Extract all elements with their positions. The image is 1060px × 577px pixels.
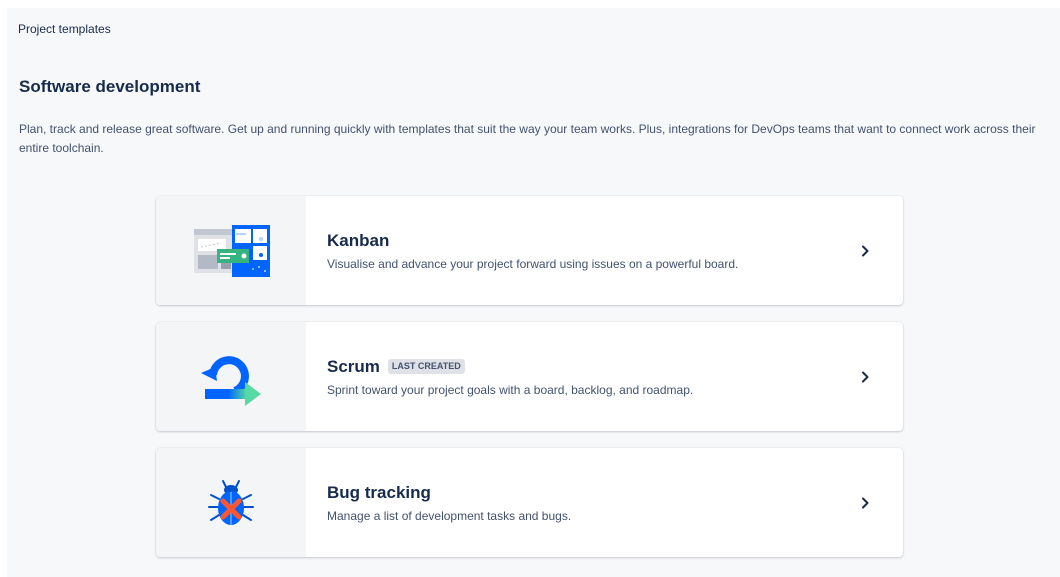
section-description: Plan, track and release great software. …	[19, 122, 1036, 155]
chevron-right-icon[interactable]	[845, 322, 885, 431]
bug-tracking-title-row: Bug tracking	[327, 483, 845, 503]
last-created-badge: LAST CREATED	[387, 359, 465, 374]
template-card-scrum[interactable]: Scrum LAST CREATED Sprint toward your pr…	[156, 322, 903, 431]
template-card-bug-tracking[interactable]: Bug tracking Manage a list of developmen…	[156, 448, 903, 557]
bug-illustration-icon	[156, 448, 306, 557]
chevron-right-icon[interactable]	[845, 448, 885, 557]
kanban-title-row: Kanban	[327, 231, 845, 251]
kanban-description: Visualise and advance your project forwa…	[327, 256, 739, 271]
scrum-description: Sprint toward your project goals with a …	[327, 382, 694, 397]
bug-tracking-title: Bug tracking	[327, 482, 431, 502]
section-title: Software development	[19, 77, 201, 96]
scrum-title: Scrum	[327, 356, 380, 376]
project-templates-page: Project templates Software development P…	[7, 8, 1060, 577]
scrum-card-body: Scrum LAST CREATED Sprint toward your pr…	[306, 322, 845, 431]
kanban-board-illustration-icon	[156, 196, 306, 305]
breadcrumb[interactable]: Project templates	[18, 22, 111, 36]
bug-tracking-card-body: Bug tracking Manage a list of developmen…	[306, 448, 845, 557]
chevron-right-icon[interactable]	[845, 196, 885, 305]
bug-tracking-description: Manage a list of development tasks and b…	[327, 508, 572, 523]
scrum-title-row: Scrum LAST CREATED	[327, 357, 845, 377]
template-card-kanban[interactable]: Kanban Visualise and advance your projec…	[156, 196, 903, 305]
kanban-card-body: Kanban Visualise and advance your projec…	[306, 196, 845, 305]
kanban-title: Kanban	[327, 230, 390, 250]
scrum-sprint-illustration-icon	[156, 322, 306, 431]
